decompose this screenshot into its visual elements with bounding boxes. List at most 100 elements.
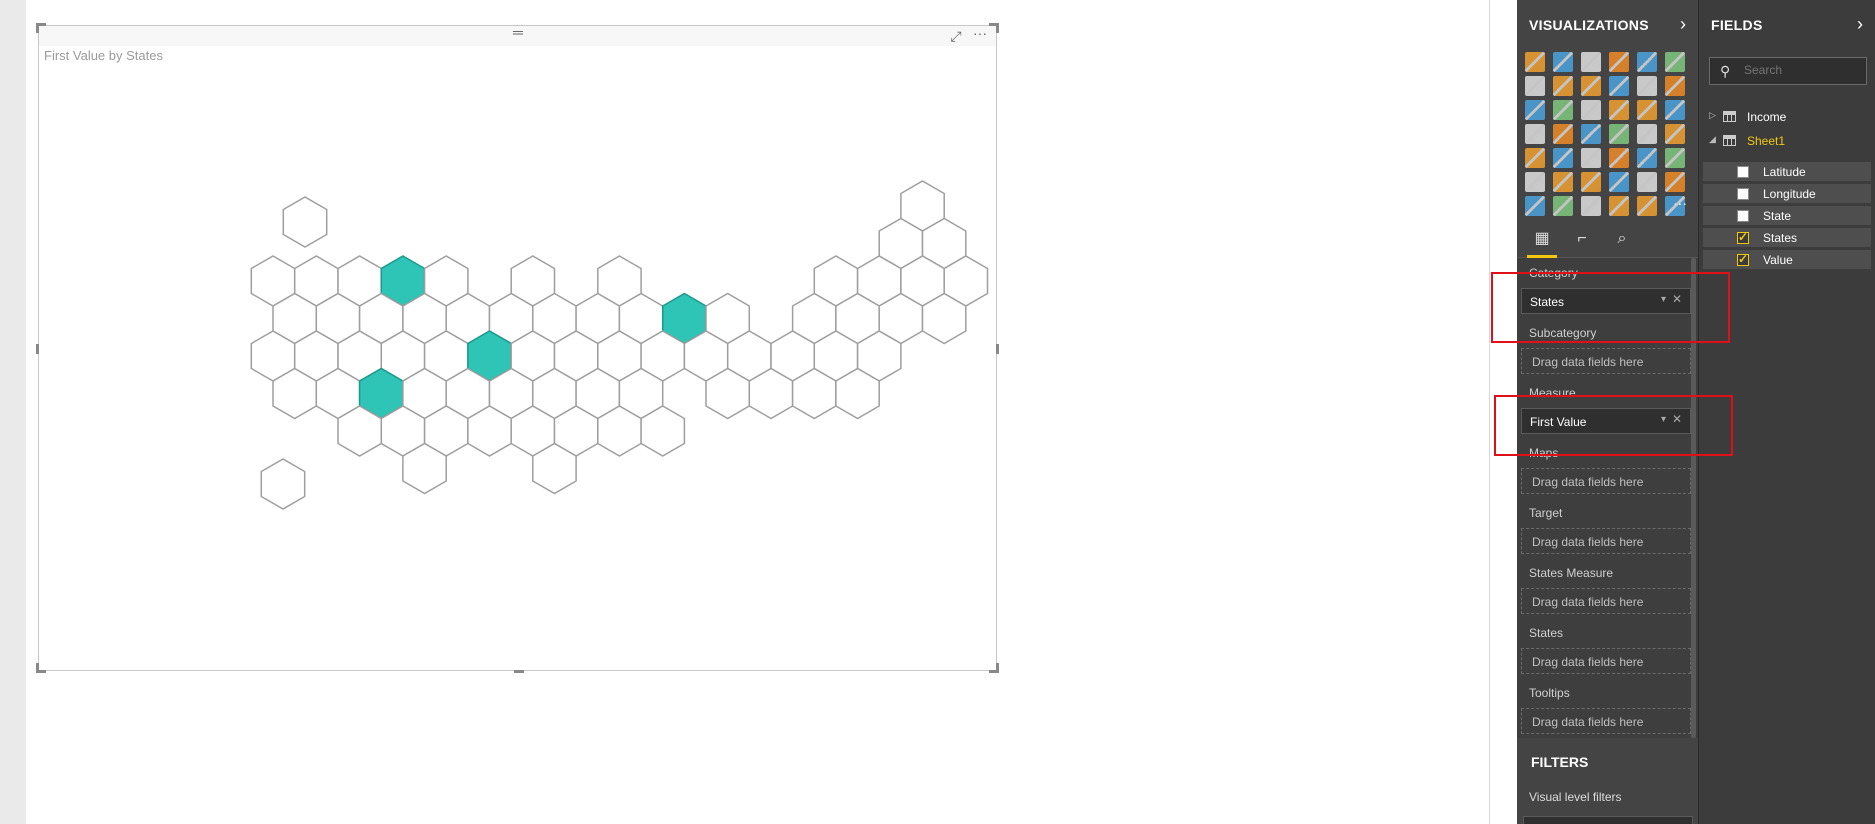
visual-type-icon[interactable] (1637, 52, 1657, 72)
well-drop-zone[interactable]: Drag data fields here (1521, 708, 1691, 734)
visual-type-icon[interactable] (1553, 124, 1573, 144)
well-drop-zone[interactable]: Drag data fields here (1521, 348, 1691, 374)
visual-type-icon[interactable] (1553, 100, 1573, 120)
visual-type-icon[interactable] (1553, 52, 1573, 72)
visual-type-icon[interactable] (1581, 148, 1601, 168)
visual-type-icon[interactable] (1581, 76, 1601, 96)
visual-type-icon[interactable] (1609, 52, 1629, 72)
well-drop-zone[interactable]: Drag data fields here (1521, 468, 1691, 494)
hexmap-visual[interactable]: ═ ⤢ ··· First Value by States (36, 23, 999, 673)
visual-type-icon[interactable] (1637, 124, 1657, 144)
visual-type-icon[interactable] (1581, 172, 1601, 192)
resize-handle[interactable] (996, 344, 999, 354)
visual-type-icon[interactable] (1525, 172, 1545, 192)
resize-handle[interactable] (36, 23, 39, 33)
visual-type-icon[interactable] (1665, 52, 1685, 72)
caret-collapsed-icon[interactable]: ▷ (1709, 110, 1716, 121)
table-name: Income (1747, 110, 1787, 124)
collapse-chevron-icon[interactable]: › (1680, 14, 1686, 35)
visual-type-icon[interactable] (1637, 76, 1657, 96)
field-item[interactable]: State (1703, 206, 1871, 226)
well-value: Drag data fields here (1532, 715, 1644, 729)
field-item[interactable]: States (1703, 228, 1871, 248)
well-drop-zone[interactable]: Drag data fields here (1521, 528, 1691, 554)
visual-type-icon[interactable] (1581, 52, 1601, 72)
visual-type-icon[interactable] (1609, 76, 1629, 96)
app-window: ═ ⤢ ··· First Value by States VISUALIZAT… (0, 0, 1875, 824)
visual-type-icon[interactable] (1665, 100, 1685, 120)
resize-handle[interactable] (36, 663, 39, 673)
visual-type-icon[interactable] (1553, 172, 1573, 192)
table-item[interactable]: ▷ Income (1699, 106, 1875, 128)
table-icon (1723, 111, 1736, 122)
field-name: Value (1763, 253, 1793, 267)
visual-type-icon[interactable] (1609, 100, 1629, 120)
visualizations-title: VISUALIZATIONS (1529, 17, 1649, 33)
fields-search-input[interactable] (1744, 63, 1862, 77)
fields-search-box[interactable]: ⚲ (1709, 57, 1867, 85)
filter-drop-box[interactable] (1523, 816, 1693, 824)
visual-type-icon[interactable] (1609, 148, 1629, 168)
analytics-magnifier-icon[interactable]: ⌕ (1609, 226, 1635, 252)
visual-type-icon[interactable] (1637, 172, 1657, 192)
resize-handle[interactable] (996, 663, 999, 673)
visual-type-icon[interactable] (1609, 172, 1629, 192)
well-drop-zone[interactable]: Drag data fields here (1521, 588, 1691, 614)
field-checkbox[interactable] (1737, 166, 1749, 178)
annotation-box-category (1491, 272, 1730, 343)
visual-type-icon[interactable] (1637, 148, 1657, 168)
visual-type-icon[interactable] (1553, 148, 1573, 168)
visual-type-icon[interactable] (1525, 124, 1545, 144)
visual-type-icon[interactable] (1581, 100, 1601, 120)
field-item[interactable]: Longitude (1703, 184, 1871, 204)
state-hex[interactable] (260, 458, 306, 510)
caret-expanded-icon[interactable]: ◢ (1709, 134, 1716, 145)
viz-tabs: ▦ ⌐ ⌕ (1517, 220, 1698, 258)
visual-type-icon[interactable] (1581, 124, 1601, 144)
well-label: States Measure (1529, 566, 1614, 580)
visual-type-icon[interactable] (1553, 76, 1573, 96)
visual-type-icon[interactable] (1609, 124, 1629, 144)
field-item[interactable]: Latitude (1703, 162, 1871, 182)
fields-header: FIELDS › (1699, 0, 1875, 50)
table-item[interactable]: ◢ Sheet1 (1699, 130, 1875, 152)
field-checkbox[interactable] (1737, 252, 1749, 266)
search-icon: ⚲ (1720, 63, 1731, 79)
visual-type-icon[interactable] (1525, 76, 1545, 96)
visual-type-icon[interactable] (1665, 172, 1685, 192)
annotation-box-measure (1494, 395, 1733, 456)
table-name: Sheet1 (1747, 134, 1786, 148)
visual-type-icon[interactable] (1665, 124, 1685, 144)
visualizations-header: VISUALIZATIONS › (1517, 0, 1698, 50)
field-checkbox[interactable] (1737, 210, 1749, 222)
field-checkbox[interactable] (1737, 230, 1749, 244)
field-item[interactable]: Value (1703, 250, 1871, 270)
visual-type-icon[interactable] (1581, 196, 1601, 216)
well-label: Tooltips (1529, 686, 1570, 700)
format-paint-roller-icon[interactable]: ⌐ (1569, 226, 1595, 252)
visual-type-icon[interactable] (1525, 196, 1545, 216)
well-drop-zone[interactable]: Drag data fields here (1521, 648, 1691, 674)
resize-handle[interactable] (514, 670, 524, 673)
visual-type-icon[interactable] (1525, 148, 1545, 168)
resize-handle[interactable] (996, 23, 999, 33)
visual-type-icon[interactable] (1525, 100, 1545, 120)
more-visuals-icon[interactable]: ··· (1673, 195, 1687, 211)
well-label: Target (1529, 506, 1563, 520)
visual-type-icon[interactable] (1637, 100, 1657, 120)
collapse-chevron-icon[interactable]: › (1857, 14, 1863, 35)
filters-header: FILTERS (1517, 748, 1698, 776)
filters-title: FILTERS (1531, 754, 1589, 770)
fields-tab-icon[interactable]: ▦ (1529, 226, 1555, 252)
visual-type-icon[interactable] (1609, 196, 1629, 216)
visual-type-icon[interactable] (1553, 196, 1573, 216)
resize-handle[interactable] (36, 344, 39, 354)
state-hex[interactable] (282, 196, 328, 248)
visual-type-icon[interactable] (1525, 52, 1545, 72)
visual-type-icon[interactable] (1637, 196, 1657, 216)
field-checkbox[interactable] (1737, 188, 1749, 200)
visual-level-filters-label: Visual level filters (1529, 790, 1622, 804)
field-name: Longitude (1763, 187, 1816, 201)
visual-type-icon[interactable] (1665, 148, 1685, 168)
visual-type-icon[interactable] (1665, 76, 1685, 96)
